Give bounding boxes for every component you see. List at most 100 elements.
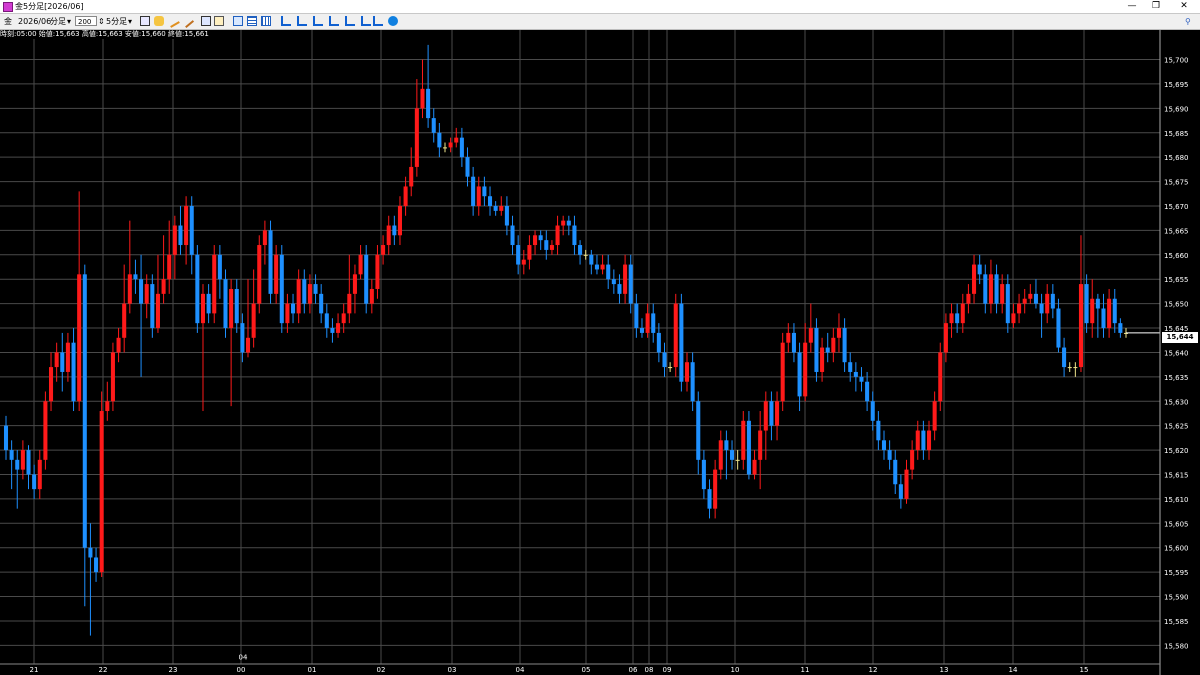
candle-body: [673, 303, 678, 368]
candle-body: [471, 176, 476, 206]
candle: [561, 215, 566, 236]
candle: [465, 147, 470, 187]
candle-body: [487, 196, 493, 206]
minimize-button[interactable]: —: [1119, 0, 1145, 13]
candle-body: [651, 313, 656, 333]
y-tick-label: 15,650: [1164, 301, 1189, 309]
candle-body: [1090, 298, 1095, 324]
candle-body: [938, 352, 943, 402]
table-icon[interactable]: [247, 16, 257, 26]
bar-chart-icon-7[interactable]: [373, 16, 383, 26]
cursor-icon[interactable]: [140, 16, 150, 26]
candle: [330, 318, 335, 343]
candle: [966, 284, 971, 314]
candle-body: [803, 342, 808, 397]
candle-body: [150, 284, 155, 329]
hand-icon[interactable]: [154, 16, 164, 26]
candle: [1000, 274, 1005, 314]
candle-body: [836, 328, 841, 338]
candle-body: [144, 284, 149, 304]
app-icon: [3, 2, 13, 12]
candle-body: [397, 205, 402, 236]
candle-body: [296, 279, 301, 314]
y-tick-label: 15,655: [1164, 276, 1189, 284]
candle-body: [769, 401, 774, 426]
spin-icon[interactable]: ⇕: [98, 14, 105, 29]
candle-body: [853, 371, 858, 377]
bar-chart-icon-5[interactable]: [345, 16, 355, 26]
close-button[interactable]: ✕: [1171, 0, 1197, 13]
candle-body: [696, 401, 701, 460]
list-icon[interactable]: [261, 16, 271, 26]
refresh-icon[interactable]: [388, 16, 398, 26]
grid-icon[interactable]: [233, 16, 243, 26]
y-tick-label: 15,585: [1164, 618, 1189, 626]
candle: [994, 264, 999, 314]
candle: [527, 235, 532, 270]
last-price-badge: 15,644: [1162, 332, 1198, 343]
bar-chart-icon-2[interactable]: [297, 16, 307, 26]
edit-icon[interactable]: [214, 16, 224, 26]
x-tick-label: 01: [308, 666, 317, 674]
candle: [521, 249, 526, 275]
candle-body: [1011, 313, 1016, 324]
candle: [988, 259, 993, 314]
pencil-icon[interactable]: [166, 14, 180, 28]
candle: [262, 220, 267, 265]
contract-selector[interactable]: 2026/06: [18, 14, 51, 29]
candle-body: [493, 205, 498, 211]
candle-body: [133, 274, 138, 280]
candle-body: [386, 225, 391, 246]
candle: [285, 293, 290, 333]
select-icon[interactable]: [201, 16, 211, 26]
info-bar: 時刻:05:00 始値:15,663 高値:15,663 安値:15,660 終…: [0, 30, 209, 39]
bar-chart-icon-6[interactable]: [361, 16, 371, 26]
candle: [307, 274, 312, 314]
candle: [251, 269, 256, 348]
candle: [54, 342, 59, 382]
y-tick-label: 15,630: [1164, 398, 1189, 406]
line-icon[interactable]: [179, 13, 195, 29]
bar-chart-icon[interactable]: [281, 16, 291, 26]
candle: [589, 249, 594, 275]
candle-body: [898, 484, 903, 499]
x-tick-label: 08: [645, 666, 654, 674]
bar-chart-icon-3[interactable]: [313, 16, 323, 26]
candle-body: [1017, 303, 1022, 314]
candle-body: [431, 118, 436, 133]
restore-button[interactable]: ❐: [1143, 0, 1169, 13]
candle: [65, 332, 70, 382]
candle-body: [594, 264, 599, 270]
candle-body: [876, 420, 881, 441]
candle-body: [161, 279, 166, 294]
candle-body: [668, 367, 673, 369]
chevron-down-icon[interactable]: ▾: [67, 14, 71, 29]
x-tick-label: 03: [448, 666, 457, 674]
candle: [189, 196, 194, 275]
x-tick-label: 13: [940, 666, 949, 674]
candle: [887, 440, 892, 470]
candle-body: [291, 303, 296, 314]
candle-body: [1112, 298, 1117, 324]
candle-body: [639, 328, 645, 333]
x-tick-label: 11: [801, 666, 810, 674]
settings-icon[interactable]: ⚲: [1185, 14, 1191, 29]
candle: [9, 440, 14, 490]
candle: [110, 342, 115, 412]
candle: [324, 303, 329, 338]
y-tick-label: 15,635: [1164, 374, 1189, 382]
bar-chart-icon-4[interactable]: [329, 16, 339, 26]
candle: [673, 293, 678, 377]
candle: [122, 264, 127, 353]
candle-body: [1022, 298, 1027, 304]
timeframe-selector[interactable]: 5分足: [106, 14, 127, 29]
candle: [741, 411, 746, 470]
candle-body: [1039, 303, 1044, 314]
candle-body: [167, 254, 172, 280]
candle: [212, 245, 217, 324]
candle-body: [966, 293, 971, 304]
chevron-down-icon-2[interactable]: ▾: [128, 14, 132, 29]
candle-body: [983, 274, 988, 304]
unit-selector[interactable]: 分足: [50, 14, 66, 29]
count-input[interactable]: 200: [75, 16, 97, 26]
